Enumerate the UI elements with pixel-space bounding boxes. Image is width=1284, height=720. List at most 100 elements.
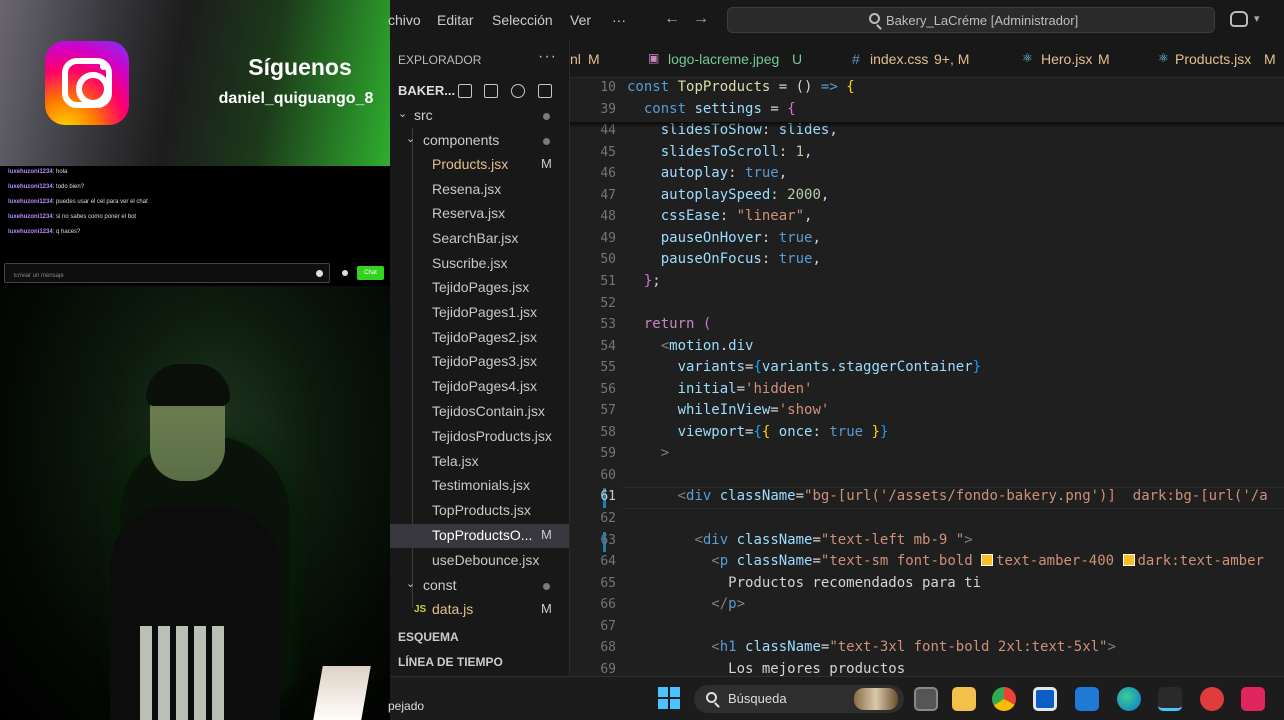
tab-item[interactable]: ⚛ Products.jsx M [1154,40,1284,78]
chat-input[interactable] [5,267,285,285]
chat-message: luxehuzoni1234: puedes usar el cel para … [8,199,148,205]
file-item[interactable]: SearchBar.jsx [390,227,569,251]
chat-settings-icon[interactable] [342,270,348,276]
chrome-icon[interactable] [992,687,1016,711]
tiktok-icon[interactable] [1241,687,1265,711]
taskbar-search[interactable]: Búsqueda [694,685,904,713]
sticky-scroll-shadow [570,122,1284,128]
folder-src[interactable]: ⌄ src [390,104,569,128]
file-item[interactable]: TejidosContain.jsx [390,400,569,424]
line-number: 52 [600,295,616,311]
line-number: 61 [600,489,616,505]
image-icon: ▣ [648,51,660,65]
status-dot [543,113,550,120]
code-line: cssEase: "linear", [660,208,813,225]
file-item[interactable]: Resena.jsx [390,178,569,202]
line-number: 56 [600,381,616,397]
search-icon [706,692,717,703]
file-item[interactable]: Reserva.jsx [390,202,569,226]
file-item[interactable]: TejidoPages.jsx [390,276,569,300]
line-number: 39 [600,101,616,117]
collapse-all-icon[interactable] [538,84,552,98]
chat-send-button[interactable]: Chat [357,266,384,280]
code-line: slidesToScroll: 1, [660,143,813,160]
forward-arrow-icon[interactable]: → [693,10,709,28]
tab-item[interactable]: # index.css 9+, M [846,40,986,78]
social-banner: Síguenos daniel_quiguango_8 [0,0,390,166]
more-actions-icon[interactable]: ··· [538,48,557,66]
file-item[interactable]: TejidoPages4.jsx [390,375,569,399]
file-explorer-icon[interactable] [952,687,976,711]
file-item[interactable]: TejidosProducts.jsx [390,425,569,449]
code-line: }; [643,272,661,289]
code-line: </p> [711,596,746,613]
menu-edit[interactable]: Editar [437,12,474,28]
chevron-down-icon: ⌄ [406,133,416,145]
edge-icon[interactable] [1117,687,1141,711]
code-editor[interactable]: 10 const TopProducts = () => {39 const se… [570,78,1284,676]
task-view-icon[interactable] [914,687,938,711]
file-item[interactable]: Testimonials.jsx [390,474,569,498]
hash-icon: # [852,51,860,67]
chat-panel: luxehuzoni1234: hola luxehuzoni1234: tod… [0,166,390,286]
menu-view[interactable]: Ver [570,12,591,28]
search-icon [869,13,880,24]
editor-tabs: nl M ▣ logo-lacreme.jpeg U # index.css 9… [570,40,1284,78]
file-item[interactable]: JS data.js M [390,598,569,622]
file-item-selected[interactable]: TopProductsO... M [390,524,569,548]
outline-section[interactable]: ESQUEMA [398,630,459,644]
new-file-icon[interactable] [458,84,472,98]
folder-const[interactable]: ⌄ const [390,574,569,598]
vscode-icon[interactable] [1158,687,1182,711]
tab-item[interactable]: ▣ logo-lacreme.jpeg U [642,40,812,78]
file-item[interactable]: TejidoPages1.jsx [390,301,569,325]
back-arrow-icon[interactable]: ← [664,10,680,28]
refresh-icon[interactable] [511,84,525,98]
copilot-icon[interactable] [1230,11,1248,27]
instagram-icon [45,41,129,125]
timeline-section[interactable]: LÍNEA DE TIEMPO [398,655,503,669]
code-line: <p className="text-sm font-bold text-amb… [711,553,1264,570]
chat-message: luxehuzoni1234: q haces? [8,229,81,235]
code-line: variants={variants.staggerContainer} [677,359,982,376]
file-item[interactable]: Products.jsx M [390,153,569,177]
new-folder-icon[interactable] [484,84,498,98]
tab-item[interactable]: nl M [570,40,630,78]
menu-file[interactable]: chivo [388,12,421,28]
line-number: 46 [600,166,616,182]
folder-components[interactable]: ⌄ components [390,129,569,153]
file-item[interactable]: Tela.jsx [390,450,569,474]
chevron-down-icon[interactable]: ▾ [1254,12,1260,25]
file-item[interactable]: useDebounce.jsx [390,549,569,573]
chat-input-box[interactable] [4,263,330,285]
line-number: 51 [600,273,616,289]
code-line: > [660,445,670,462]
code-line: <h1 className="text-3xl font-bold 2xl:te… [711,639,1116,656]
file-item[interactable]: TopProducts.jsx [390,499,569,523]
line-number: 65 [600,575,616,591]
file-item[interactable]: TejidoPages3.jsx [390,350,569,374]
line-number: 45 [600,144,616,160]
emoji-icon[interactable] [316,270,323,277]
line-number: 55 [600,360,616,376]
code-line: return ( [643,316,712,333]
line-number: 47 [600,187,616,203]
line-number: 68 [600,640,616,656]
code-line: autoplay: true, [660,165,788,182]
status-dot [543,138,550,145]
menu-selection[interactable]: Selección [492,12,553,28]
windows-start-icon[interactable] [658,687,680,709]
file-item[interactable]: TejidoPages2.jsx [390,326,569,350]
store-icon[interactable] [1033,687,1057,711]
code-line: viewport={{ once: true }} [677,423,889,440]
app-icon[interactable] [1200,687,1224,711]
react-icon: ⚛ [1022,51,1033,65]
menu-more[interactable]: ··· [612,12,626,28]
line-number: 53 [600,317,616,333]
command-center[interactable]: Bakery_LaCréme [Administrador] [727,7,1215,33]
file-item[interactable]: Suscribe.jsx [390,252,569,276]
chat-message: luxehuzoni1234: si no sabes como poner e… [8,214,137,220]
javascript-icon: JS [414,604,427,615]
mail-icon[interactable] [1075,687,1099,711]
tab-item[interactable]: ⚛ Hero.jsx M [1016,40,1136,78]
